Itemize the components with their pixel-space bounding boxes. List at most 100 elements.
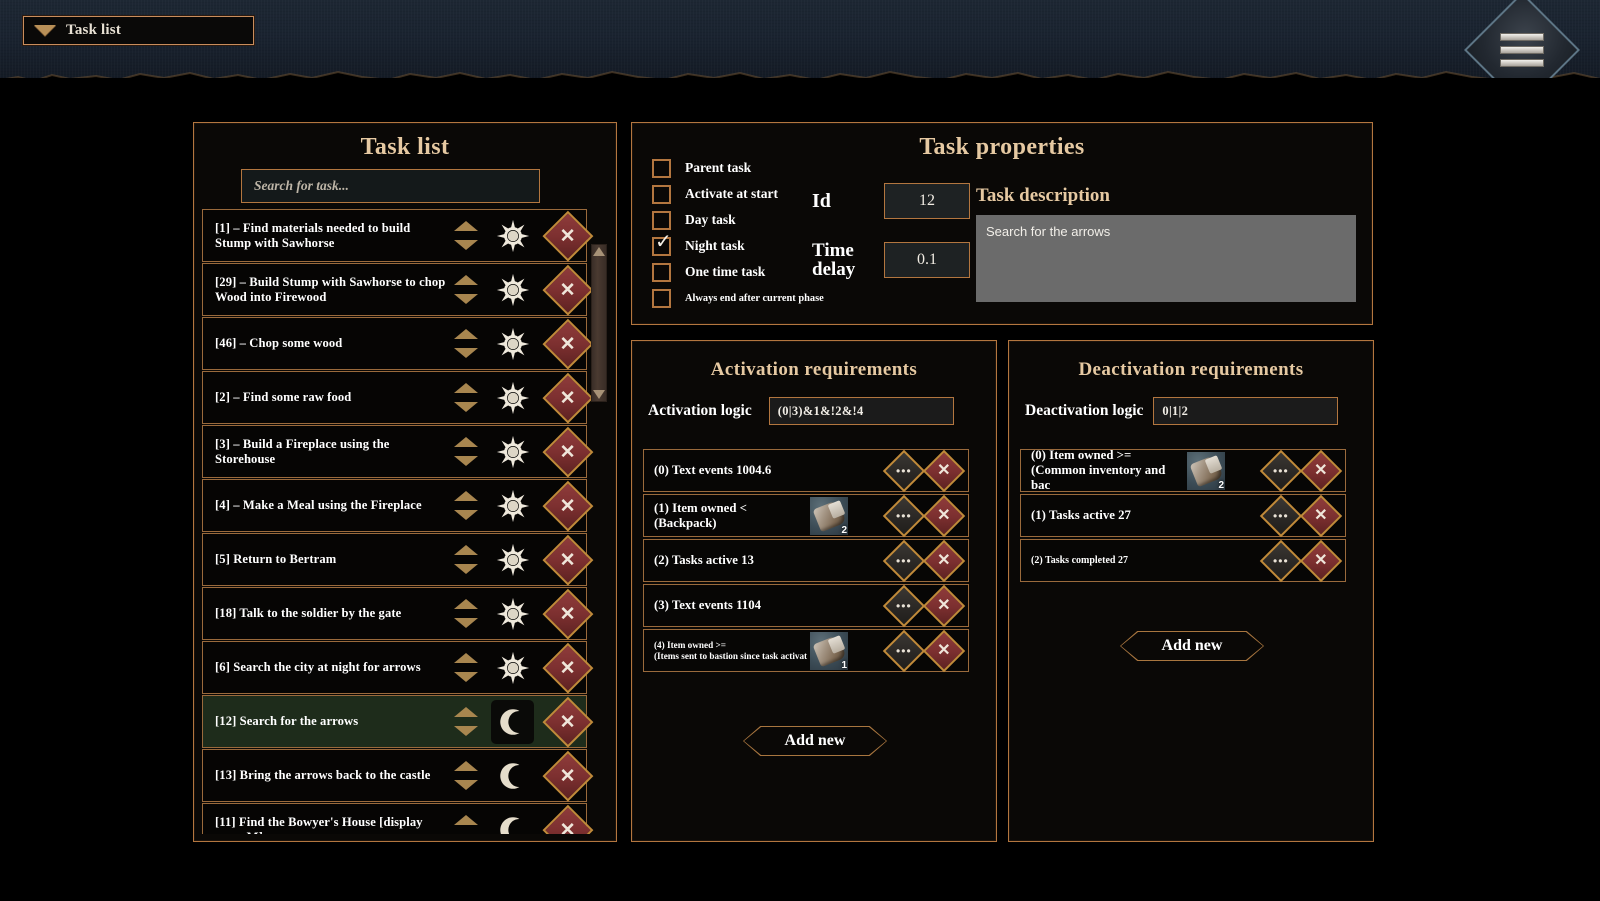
task-order-spinner[interactable] xyxy=(452,484,482,528)
time-delay-input[interactable]: 0.1 xyxy=(884,242,970,278)
task-order-spinner[interactable] xyxy=(452,808,482,835)
requirement-row[interactable]: (2) Tasks completed 27 ••• ✕ xyxy=(1020,539,1346,582)
arrow-down-icon[interactable] xyxy=(454,726,479,736)
arrow-up-icon[interactable] xyxy=(454,491,479,501)
task-order-spinner[interactable] xyxy=(452,376,482,420)
arrow-down-icon[interactable] xyxy=(454,240,479,250)
close-x-icon[interactable]: ✕ xyxy=(542,480,594,531)
checkbox[interactable] xyxy=(652,262,671,282)
task-list-scroll-area[interactable]: [1] – Find materials needed to build Stu… xyxy=(202,209,610,834)
close-x-icon[interactable]: ✕ xyxy=(542,426,594,477)
close-x-icon[interactable]: ✕ xyxy=(922,449,966,492)
moon-icon[interactable] xyxy=(491,699,535,744)
close-x-icon[interactable]: ✕ xyxy=(542,804,594,834)
task-row[interactable]: [18] Talk to the soldier by the gate ✕ xyxy=(202,587,594,640)
checkbox[interactable] xyxy=(652,158,671,178)
close-x-icon[interactable]: ✕ xyxy=(542,696,594,747)
ellipsis-icon[interactable]: ••• xyxy=(882,539,926,582)
task-row[interactable]: [46] – Chop some wood ✕ xyxy=(202,317,594,370)
task-row[interactable]: [2] – Find some raw food ✕ xyxy=(202,371,594,424)
requirement-row[interactable]: (2) Tasks active 13 ••• ✕ xyxy=(643,539,969,582)
ellipsis-icon[interactable]: ••• xyxy=(882,494,926,537)
close-x-icon[interactable]: ✕ xyxy=(922,539,966,582)
close-x-icon[interactable]: ✕ xyxy=(542,588,594,639)
scroll-down-icon[interactable] xyxy=(593,390,605,399)
arrow-up-icon[interactable] xyxy=(454,329,479,339)
gauntlet-item-icon[interactable]: 1 xyxy=(810,631,848,670)
sun-icon[interactable] xyxy=(491,484,534,528)
activation-add-new-button[interactable]: Add new xyxy=(743,726,887,756)
task-row[interactable]: [29] – Build Stump with Sawhorse to chop… xyxy=(202,263,594,316)
ellipsis-icon[interactable]: ••• xyxy=(882,449,926,492)
task-order-spinner[interactable] xyxy=(452,538,482,582)
close-x-icon[interactable]: ✕ xyxy=(542,750,594,801)
moon-icon[interactable] xyxy=(491,754,534,798)
gauntlet-item-icon[interactable]: 2 xyxy=(810,496,848,535)
task-row[interactable]: [4] – Make a Meal using the Fireplace ✕ xyxy=(202,479,594,532)
sun-icon[interactable] xyxy=(491,592,534,636)
arrow-down-icon[interactable] xyxy=(454,564,479,574)
arrow-down-icon[interactable] xyxy=(454,348,479,358)
arrow-up-icon[interactable] xyxy=(454,599,479,609)
requirement-row[interactable]: (1) Item owned < (Backpack) 2 ••• ✕ xyxy=(643,494,969,537)
close-x-icon[interactable]: ✕ xyxy=(922,494,966,537)
sun-icon[interactable] xyxy=(491,430,534,474)
close-x-icon[interactable]: ✕ xyxy=(1299,449,1343,492)
task-order-spinner[interactable] xyxy=(452,430,482,474)
checkbox[interactable]: ✓ xyxy=(652,232,672,256)
task-row[interactable]: [3] – Build a Fireplace using the Storeh… xyxy=(202,425,594,478)
gauntlet-item-icon[interactable]: 2 xyxy=(1187,451,1225,490)
arrow-down-icon[interactable] xyxy=(454,618,479,628)
checkbox[interactable] xyxy=(652,210,671,230)
requirement-row[interactable]: (1) Tasks active 27 ••• ✕ xyxy=(1020,494,1346,537)
ellipsis-icon[interactable]: ••• xyxy=(1259,494,1303,537)
scroll-up-icon[interactable] xyxy=(593,247,605,256)
task-description-textarea[interactable]: Search for the arrows xyxy=(976,215,1356,302)
arrow-up-icon[interactable] xyxy=(454,815,479,825)
close-x-icon[interactable]: ✕ xyxy=(922,584,966,627)
sun-icon[interactable] xyxy=(491,268,534,312)
sun-icon[interactable] xyxy=(491,376,534,420)
arrow-up-icon[interactable] xyxy=(454,761,479,771)
close-x-icon[interactable]: ✕ xyxy=(542,264,594,315)
task-row[interactable]: [11] Find the Bowyer's House [display ma… xyxy=(202,803,594,835)
task-order-spinner[interactable] xyxy=(452,754,482,798)
ellipsis-icon[interactable]: ••• xyxy=(1259,449,1303,492)
task-order-spinner[interactable] xyxy=(452,322,482,366)
deactivation-add-new-button[interactable]: Add new xyxy=(1120,631,1264,661)
arrow-down-icon[interactable] xyxy=(454,780,479,790)
requirement-row[interactable]: (0) Item owned >= (Common inventory and … xyxy=(1020,448,1346,492)
close-x-icon[interactable]: ✕ xyxy=(922,629,966,672)
arrow-up-icon[interactable] xyxy=(454,275,479,285)
ellipsis-icon[interactable]: ••• xyxy=(882,584,926,627)
deactivation-logic-input[interactable]: 0|1|2 xyxy=(1153,397,1339,425)
activation-logic-input[interactable]: (0|3)&1&!2&!4 xyxy=(768,397,954,425)
requirement-row[interactable]: (0) Text events 1004.6 ••• ✕ xyxy=(643,449,969,492)
close-x-icon[interactable]: ✕ xyxy=(542,210,594,261)
requirement-row[interactable]: (3) Text events 1104 ••• ✕ xyxy=(643,584,969,627)
sun-icon[interactable] xyxy=(491,214,534,258)
arrow-down-icon[interactable] xyxy=(454,402,479,412)
close-x-icon[interactable]: ✕ xyxy=(542,534,594,585)
close-x-icon[interactable]: ✕ xyxy=(542,642,594,693)
close-x-icon[interactable]: ✕ xyxy=(542,318,594,369)
task-order-spinner[interactable] xyxy=(452,646,482,690)
task-order-spinner[interactable] xyxy=(452,592,482,636)
task-row[interactable]: [12] Search for the arrows ✕ xyxy=(202,695,594,748)
task-row[interactable]: [6] Search the city at night for arrows … xyxy=(202,641,594,694)
arrow-up-icon[interactable] xyxy=(454,383,479,393)
hamburger-menu-icon[interactable] xyxy=(1464,0,1580,78)
task-list-tab[interactable]: Task list xyxy=(23,16,254,45)
task-order-spinner[interactable] xyxy=(452,700,482,744)
task-row[interactable]: [1] – Find materials needed to build Stu… xyxy=(202,209,594,262)
task-row[interactable]: [13] Bring the arrows back to the castle… xyxy=(202,749,594,802)
checkbox[interactable] xyxy=(652,184,671,204)
ellipsis-icon[interactable]: ••• xyxy=(1259,539,1303,582)
close-x-icon[interactable]: ✕ xyxy=(1299,539,1343,582)
search-input[interactable]: Search for task... xyxy=(241,169,540,203)
checkbox-row[interactable]: Always end after current phase xyxy=(652,285,942,311)
checkbox-row[interactable]: Parent task xyxy=(652,155,942,181)
arrow-up-icon[interactable] xyxy=(454,653,479,663)
task-row[interactable]: [5] Return to Bertram ✕ xyxy=(202,533,594,586)
task-order-spinner[interactable] xyxy=(452,268,482,312)
